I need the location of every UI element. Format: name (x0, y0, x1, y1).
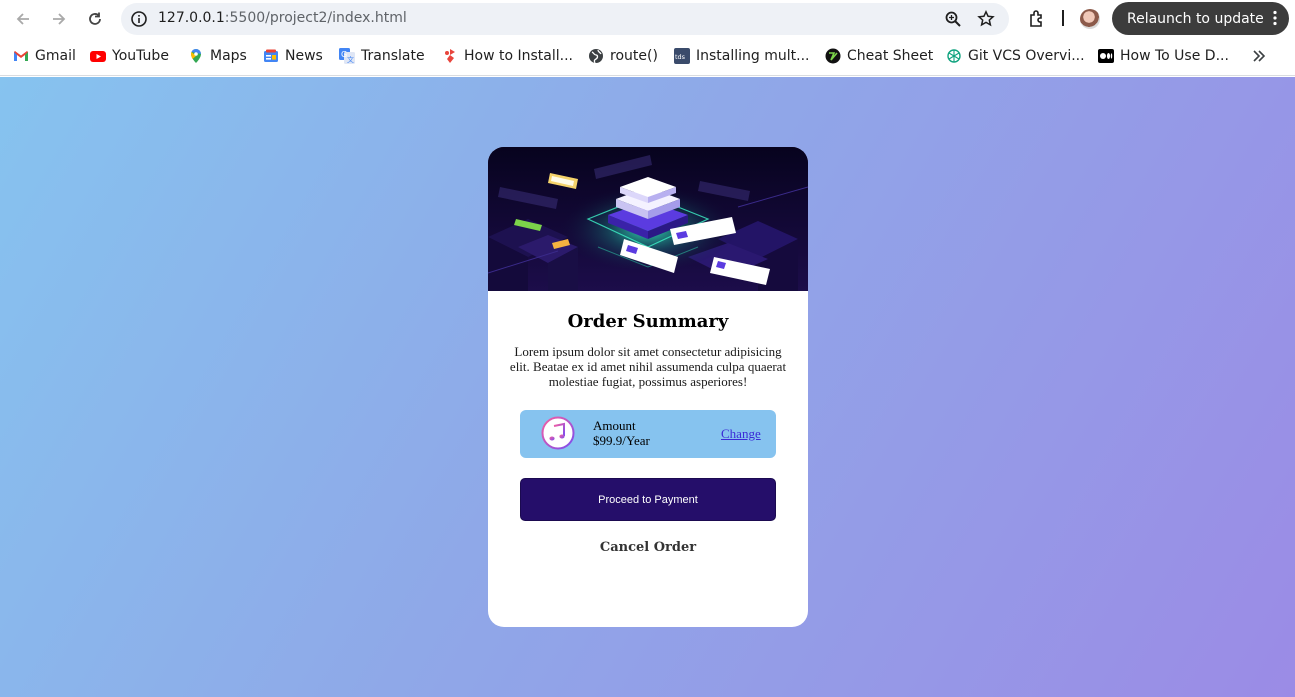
zoom-icon[interactable] (944, 10, 962, 28)
gmail-icon (14, 51, 28, 61)
music-note-icon (541, 416, 575, 450)
bookmark-label: How to Install... (464, 48, 573, 64)
more-menu-icon (1273, 10, 1277, 26)
bookmark-how-to-install[interactable]: How to Install... (442, 46, 573, 66)
order-summary-card: Order Summary Lorem ipsum dolor sit amet… (488, 147, 808, 627)
bookmark-how-to-use[interactable]: How To Use D... (1098, 46, 1229, 66)
bookmark-label: YouTube (112, 48, 169, 64)
amount-label: Amount (593, 418, 636, 433)
youtube-icon (90, 51, 106, 62)
relaunch-label: Relaunch to update (1127, 10, 1264, 27)
order-summary-title: Order Summary (567, 311, 729, 332)
reload-button[interactable] (83, 7, 107, 31)
page-background: Order Summary Lorem ipsum dolor sit amet… (0, 77, 1295, 697)
bookmark-label: Gmail (35, 48, 76, 64)
bookmark-label: route() (610, 48, 658, 64)
extensions-icon[interactable] (1027, 9, 1047, 29)
address-bar[interactable]: 127.0.0.1:5500/project2/index.html (121, 3, 1009, 35)
bookmark-label: Translate (361, 48, 425, 64)
url-host: 127.0.0.1 (158, 10, 225, 26)
medium-icon (1098, 49, 1114, 63)
change-plan-link[interactable]: Change (721, 426, 761, 442)
tds-icon: tds (674, 48, 690, 64)
news-icon (264, 49, 278, 62)
translate-icon: G文 (339, 48, 355, 64)
bookmark-label: Installing mult... (696, 48, 810, 64)
bookmark-translate[interactable]: G文 Translate (339, 46, 425, 66)
svg-text:tds: tds (675, 53, 686, 61)
maps-icon (191, 49, 201, 63)
hero-illustration (488, 147, 808, 291)
bookmark-news[interactable]: News (263, 46, 323, 66)
bookmark-label: Cheat Sheet (847, 48, 934, 64)
browser-toolbar: 127.0.0.1:5500/project2/index.html Relau… (0, 0, 1295, 38)
bookmark-star-icon[interactable] (977, 10, 995, 28)
openai-icon (947, 49, 961, 63)
bookmark-label: News (285, 48, 323, 64)
bookmarks-bar: Gmail YouTube Maps News G文 Translate How… (0, 38, 1295, 76)
url-path: :5500/project2/index.html (224, 10, 407, 26)
bookmark-cheat-sheet[interactable]: Cheat Sheet (825, 46, 933, 66)
bookmark-route[interactable]: route() (588, 46, 658, 66)
plan-box: Amount $99.9/Year Change (520, 410, 776, 458)
bookmark-git-vcs[interactable]: Git VCS Overvi... (946, 46, 1085, 66)
amount-value: $99.9/Year (593, 433, 650, 448)
svg-text:文: 文 (347, 55, 354, 64)
relaunch-button[interactable]: Relaunch to update (1112, 2, 1289, 35)
forward-arrow-icon (53, 13, 66, 25)
toolbar-divider (1062, 10, 1064, 26)
bookmark-maps[interactable]: Maps (188, 46, 247, 66)
bookmark-label: Maps (210, 48, 247, 64)
order-summary-description: Lorem ipsum dolor sit amet consectetur a… (509, 344, 787, 389)
profile-avatar[interactable] (1080, 9, 1100, 29)
back-button[interactable] (11, 7, 35, 31)
cancel-order-button[interactable]: Cancel Order (488, 540, 808, 555)
forward-button[interactable] (47, 7, 71, 31)
site-info-icon[interactable] (130, 10, 148, 28)
cheatsheet-icon (825, 48, 841, 64)
url-text[interactable]: 127.0.0.1:5500/project2/index.html (158, 10, 407, 26)
bookmark-label: Git VCS Overvi... (968, 48, 1085, 64)
bookmark-site-icon (445, 49, 455, 63)
globe-icon (589, 49, 603, 64)
bookmark-label: How To Use D... (1120, 48, 1229, 64)
bookmark-youtube[interactable]: YouTube (90, 46, 169, 66)
more-bookmarks-chevron-icon[interactable] (1250, 47, 1268, 65)
proceed-to-payment-button[interactable]: Proceed to Payment (520, 478, 776, 521)
bookmark-installing-mult[interactable]: tds Installing mult... (674, 46, 809, 66)
back-arrow-icon (16, 13, 29, 25)
reload-icon (89, 12, 101, 25)
bookmark-gmail[interactable]: Gmail (13, 46, 76, 66)
